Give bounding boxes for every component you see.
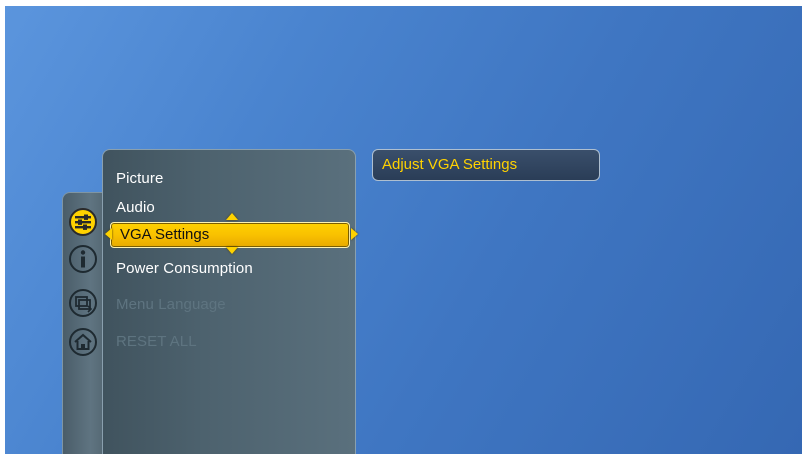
menu-item-menu-language: Menu Language: [116, 296, 226, 313]
arrow-left-icon: [105, 228, 112, 240]
settings-sliders-icon[interactable]: [68, 207, 98, 237]
arrow-down-icon: [226, 247, 238, 254]
arrow-right-icon: [351, 228, 358, 240]
submenu-adjust-vga-settings[interactable]: Adjust VGA Settings: [372, 149, 600, 181]
menu-item-picture[interactable]: Picture: [116, 170, 163, 187]
info-icon[interactable]: [68, 244, 98, 274]
selection-highlight: VGA Settings: [110, 222, 350, 248]
menu-item-label: VGA Settings: [120, 226, 210, 243]
menu-item-audio[interactable]: Audio: [116, 199, 155, 216]
home-icon[interactable]: [68, 327, 98, 357]
osd-screen: Picture Audio VGA Settings Power Consump…: [5, 6, 802, 454]
source-input-icon[interactable]: [68, 288, 98, 318]
menu-item-reset-all: RESET ALL: [116, 333, 197, 350]
menu-item-vga-settings[interactable]: VGA Settings: [105, 213, 358, 254]
submenu-label: Adjust VGA Settings: [382, 156, 518, 173]
menu-item-power-consumption[interactable]: Power Consumption: [116, 260, 253, 277]
main-menu-panel: Picture Audio VGA Settings Power Consump…: [102, 149, 358, 454]
arrow-up-icon: [226, 213, 238, 220]
